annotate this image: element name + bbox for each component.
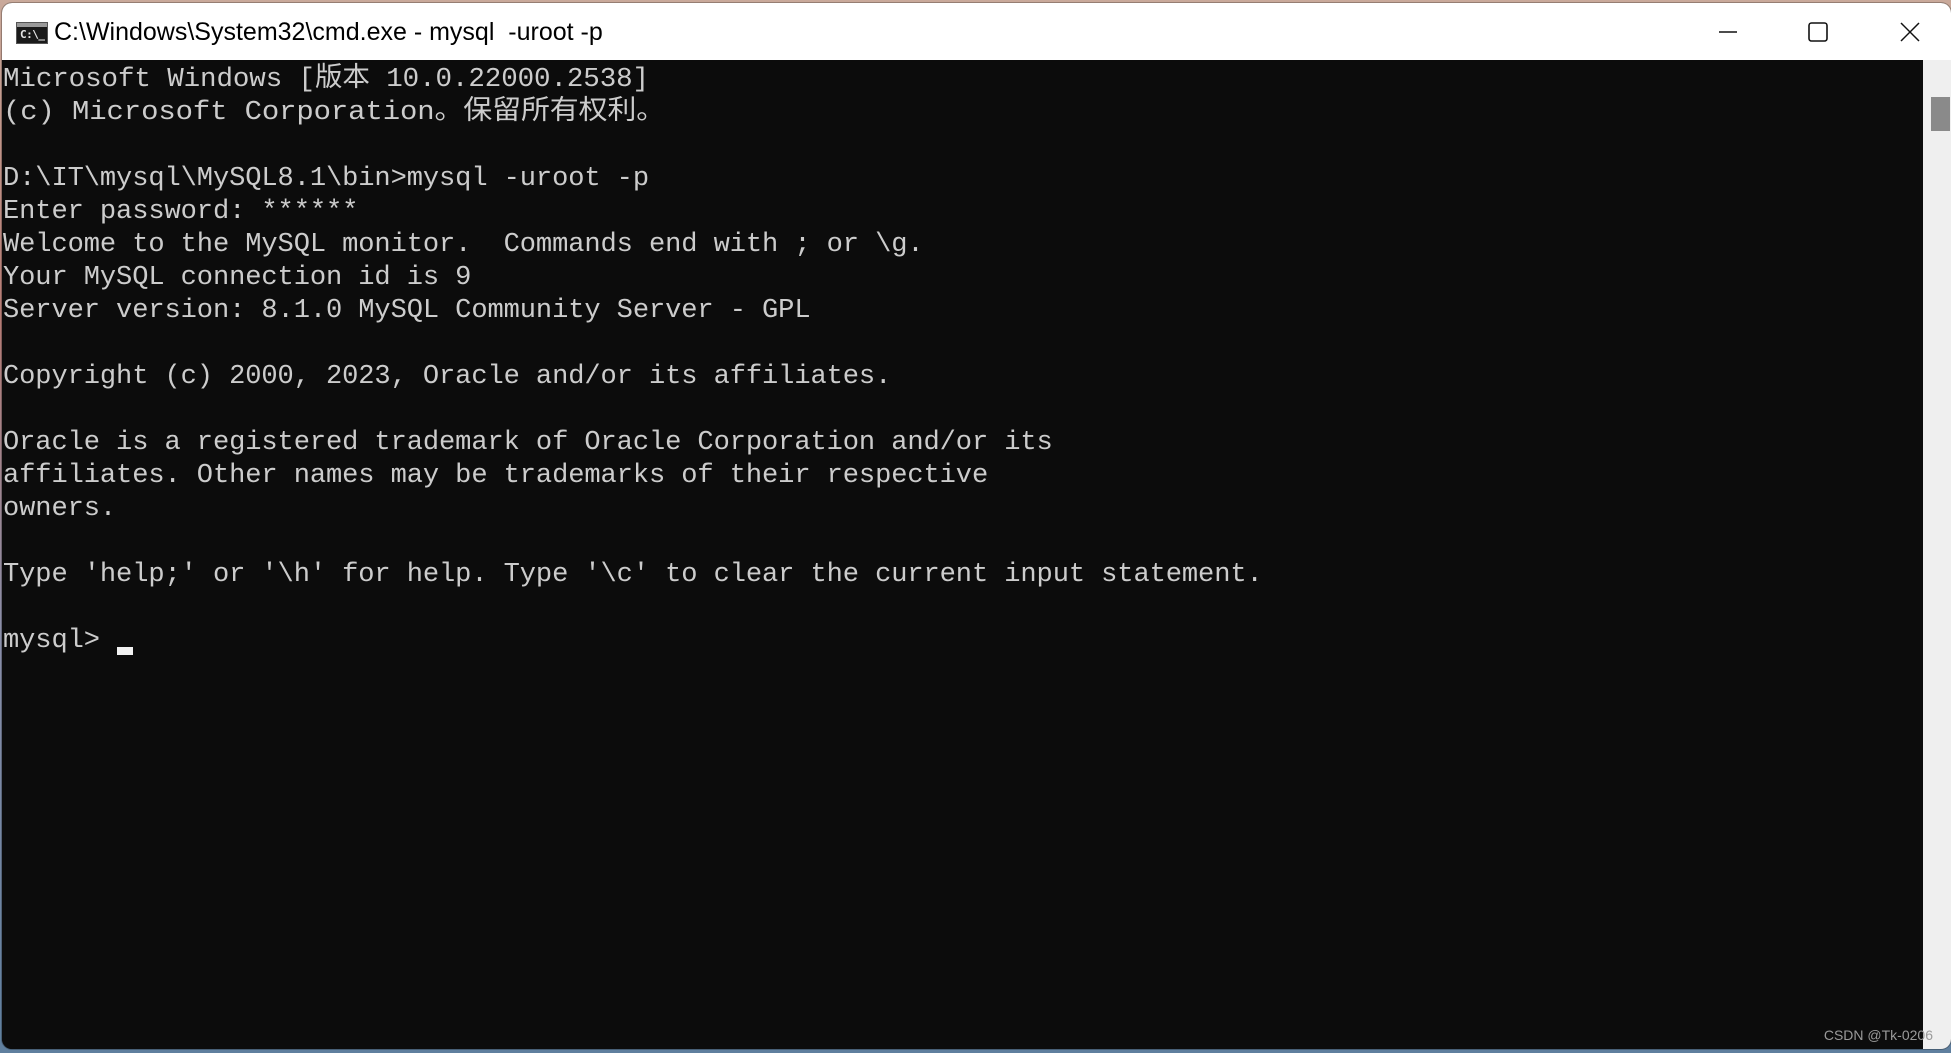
terminal-line: Type 'help;' or '\h' for help. Type '\c'… bbox=[3, 560, 1263, 590]
close-button[interactable] bbox=[1864, 3, 1951, 60]
minimize-button[interactable] bbox=[1682, 3, 1774, 60]
minimize-icon bbox=[1719, 30, 1737, 33]
terminal-line: Server version: 8.1.0 MySQL Community Se… bbox=[3, 296, 811, 326]
terminal-line: Your MySQL connection id is 9 bbox=[3, 263, 472, 293]
title-bar[interactable]: C:\_ C:\Windows\System32\cmd.exe - mysql… bbox=[2, 3, 1951, 60]
terminal-line: Enter password: ****** bbox=[3, 197, 359, 227]
scrollbar-thumb[interactable] bbox=[1931, 97, 1950, 131]
maximize-icon bbox=[1808, 21, 1828, 42]
terminal-line: Copyright (c) 2000, 2023, Oracle and/or … bbox=[3, 362, 892, 392]
maximize-button[interactable] bbox=[1772, 3, 1864, 60]
terminal-line: D:\IT\mysql\MySQL8.1\bin>mysql -uroot -p bbox=[3, 164, 649, 194]
cmd-icon-bar bbox=[17, 23, 47, 27]
terminal-line: Oracle is a registered trademark of Orac… bbox=[3, 428, 1053, 458]
window-title: C:\Windows\System32\cmd.exe - mysql -uro… bbox=[54, 18, 603, 46]
terminal-line: owners. bbox=[3, 494, 117, 524]
watermark: CSDN @Tk-0206 bbox=[1823, 1027, 1933, 1043]
text-cursor bbox=[117, 647, 133, 655]
cmd-icon-text: C:\_ bbox=[20, 28, 45, 41]
terminal-line: (c) Microsoft Corporation。保留所有权利。 bbox=[3, 98, 666, 128]
cmd-window: C:\_ C:\Windows\System32\cmd.exe - mysql… bbox=[2, 3, 1951, 1049]
vertical-scrollbar[interactable] bbox=[1923, 60, 1951, 1049]
terminal-output[interactable]: Microsoft Windows [版本 10.0.22000.2538] (c… bbox=[2, 60, 1923, 1049]
close-icon bbox=[1900, 21, 1920, 42]
terminal-line: affiliates. Other names may be trademark… bbox=[3, 461, 989, 491]
terminal-line: mysql> bbox=[3, 626, 117, 656]
terminal-line: Welcome to the MySQL monitor. Commands e… bbox=[3, 230, 924, 260]
cmd-icon: C:\_ bbox=[16, 22, 48, 44]
terminal-line: Microsoft Windows [版本 10.0.22000.2538] bbox=[3, 65, 649, 95]
